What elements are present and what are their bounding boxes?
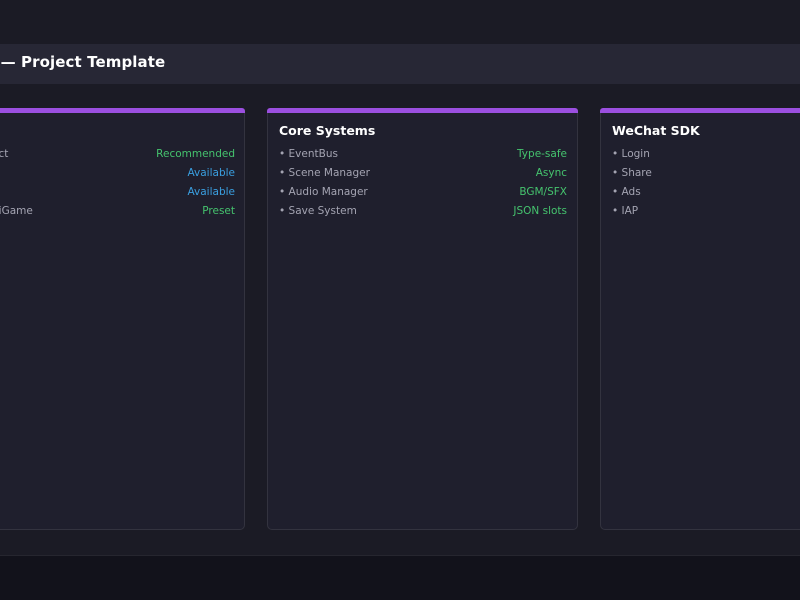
- footer-bar: [0, 555, 800, 600]
- feature-label: • Audio Manager: [279, 186, 368, 198]
- list-item: Available: [0, 186, 235, 205]
- app-viewport: t — Project Template s ect Recommended A…: [0, 0, 800, 600]
- list-item: • Ads: [612, 186, 800, 205]
- feature-list: ect Recommended Available Available niGa…: [0, 148, 235, 224]
- status-badge: Preset: [202, 205, 235, 217]
- panel-title: WeChat SDK: [612, 123, 700, 138]
- list-item: • Login: [612, 148, 800, 167]
- status-badge: JSON slots: [513, 205, 567, 217]
- status-badge: Available: [187, 186, 235, 198]
- feature-list: • Login • Share • Ads • IAP: [612, 148, 800, 224]
- feature-label: • Login: [612, 148, 650, 160]
- list-item: niGame Preset: [0, 205, 235, 224]
- list-item: • Audio Manager BGM/SFX: [279, 186, 567, 205]
- panel-wechat-sdk: WeChat SDK • Login • Share • Ads • IAP: [600, 108, 800, 530]
- status-badge: Type-safe: [517, 148, 567, 160]
- feature-label: • Scene Manager: [279, 167, 370, 179]
- list-item: • IAP: [612, 205, 800, 224]
- panel-core-systems: Core Systems • EventBus Type-safe • Scen…: [267, 108, 578, 530]
- list-item: • Share: [612, 167, 800, 186]
- header-bar: t — Project Template: [0, 44, 800, 84]
- feature-label: ect: [0, 148, 9, 160]
- list-item: • EventBus Type-safe: [279, 148, 567, 167]
- feature-list: • EventBus Type-safe • Scene Manager Asy…: [279, 148, 567, 224]
- status-badge: Recommended: [156, 148, 235, 160]
- list-item: • Scene Manager Async: [279, 167, 567, 186]
- feature-label: • IAP: [612, 205, 639, 217]
- panel-title: Core Systems: [279, 123, 376, 138]
- feature-label: • Share: [612, 167, 652, 179]
- list-item: Available: [0, 167, 235, 186]
- feature-label: niGame: [0, 205, 33, 217]
- panel-left: s ect Recommended Available Available ni…: [0, 108, 245, 530]
- feature-label: • Save System: [279, 205, 357, 217]
- list-item: • Save System JSON slots: [279, 205, 567, 224]
- panel-accent-bar: [267, 108, 578, 113]
- feature-label: • EventBus: [279, 148, 338, 160]
- list-item: ect Recommended: [0, 148, 235, 167]
- status-badge: Available: [187, 167, 235, 179]
- panel-accent-bar: [0, 108, 245, 113]
- status-badge: Async: [535, 167, 567, 179]
- panel-accent-bar: [600, 108, 800, 113]
- page-title: t — Project Template: [0, 53, 166, 71]
- feature-label: • Ads: [612, 186, 641, 198]
- status-badge: BGM/SFX: [519, 186, 567, 198]
